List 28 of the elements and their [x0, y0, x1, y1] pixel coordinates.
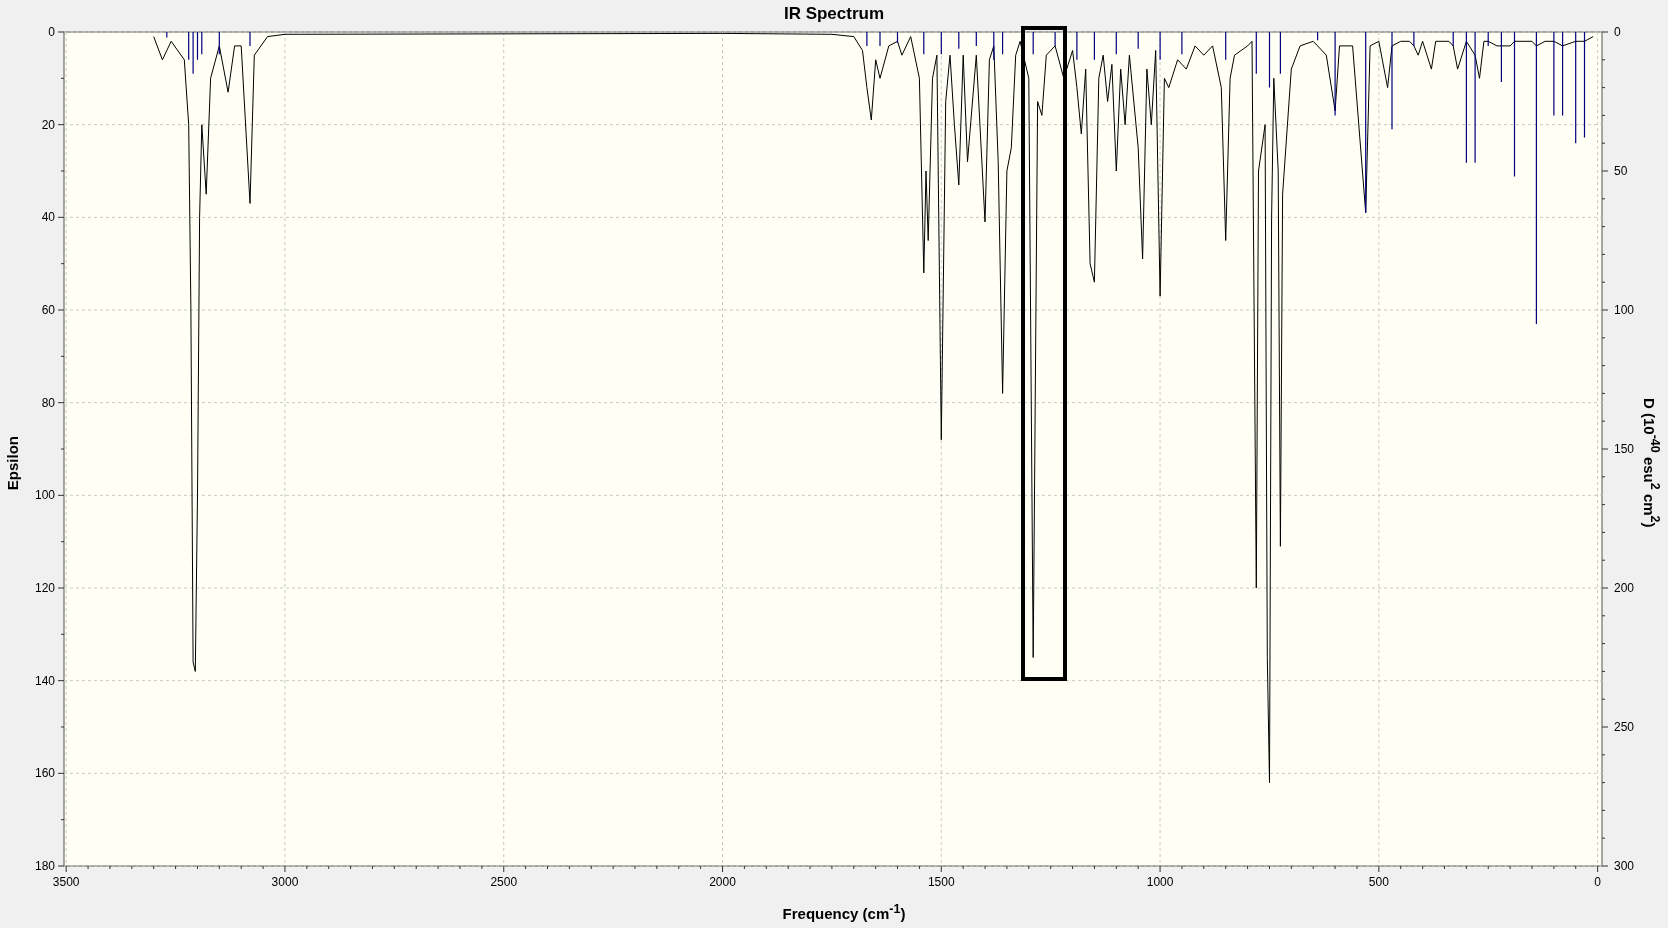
chart-title: IR Spectrum [783, 4, 885, 24]
right-tick-label: 250 [1614, 720, 1634, 734]
right-tick-label: 50 [1614, 164, 1628, 178]
right-tick-label: 100 [1614, 303, 1634, 317]
x-tick-label: 1000 [1146, 875, 1174, 889]
x-tick-label: 2000 [709, 875, 736, 889]
x-tick-label: 2500 [490, 875, 518, 889]
x-tick-label: 3500 [52, 875, 80, 889]
right-tick-label: 300 [1614, 859, 1634, 873]
y-tick-label: 20 [41, 117, 55, 132]
y-tick-label: 180 [34, 859, 55, 873]
y-tick-label: 40 [41, 210, 55, 225]
x-tick-label: 0 [1594, 875, 1601, 889]
right-tick-label: 150 [1614, 442, 1634, 456]
y-axis-label: Epsilon [3, 435, 21, 491]
x-axis-label: Frequency (cm$^{-1}$) [781, 902, 906, 924]
y-tick-label: 140 [34, 673, 55, 688]
right-tick-label: 200 [1614, 581, 1634, 595]
x-tick-label: 1500 [927, 875, 955, 889]
x-tick-label: 500 [1368, 875, 1389, 889]
y-tick-label: 0 [48, 25, 55, 39]
y-tick-label: 120 [34, 581, 55, 595]
y-tick-label: 60 [41, 303, 55, 317]
y-tick-label: 160 [34, 766, 55, 781]
y-tick-label: 100 [34, 488, 55, 503]
right-tick-label: 0 [1614, 25, 1621, 39]
x-tick-label: 3000 [271, 875, 299, 889]
y-tick-label: 80 [41, 395, 55, 410]
